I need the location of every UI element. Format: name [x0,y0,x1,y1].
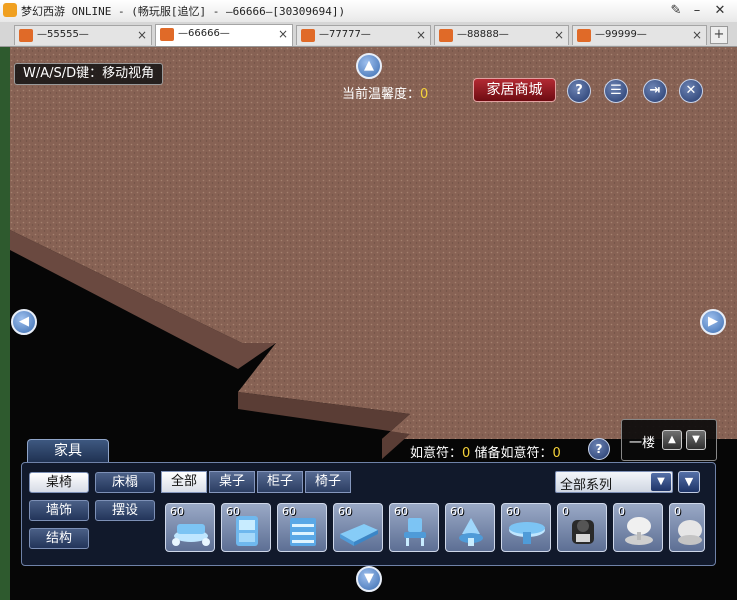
ruyi-value: 0 [462,446,471,461]
scroll-right-button[interactable]: ▶ [700,309,726,335]
notes-icon[interactable]: ☰ [604,79,628,103]
tab-close-icon[interactable]: × [137,28,147,42]
filter-tab-tables[interactable]: 桌子 [209,471,255,493]
ruyi-label: 如意符： [410,446,463,461]
category-beds[interactable]: 床榻 [95,472,155,493]
tab-label: —99999— [595,29,647,40]
scroll-left-button[interactable]: ◀ [11,309,37,335]
tab-label: —88888— [457,29,509,40]
tab-88888[interactable]: —88888— × [434,25,569,45]
add-tab-button[interactable]: + [710,26,728,44]
home-shop-button[interactable]: 家居商城 [473,78,556,102]
close-icon[interactable]: ✕ [679,79,703,103]
tab-close-icon[interactable]: × [692,28,702,42]
tab-66666[interactable]: —66666— × [155,24,293,46]
window-title: 梦幻西游 ONLINE - (畅玩服[追忆] - —66666—[3030969… [21,5,346,18]
character-avatar-icon [439,29,453,42]
tab-close-icon[interactable]: × [554,28,564,42]
furniture-item[interactable]: 60 [333,503,383,552]
category-wall-decor[interactable]: 墙饰 [29,500,89,521]
stored-ruyi-label: 储备如意符： [474,446,553,461]
app-icon [3,3,17,17]
floor-down-button[interactable]: ▼ [686,430,706,450]
item-level: 60 [450,505,464,518]
desktop-edge [0,47,10,600]
item-level: 0 [674,505,681,518]
tab-close-icon[interactable]: × [278,27,288,41]
filter-tab-row: 全部 桌子 柜子 椅子 [161,471,611,495]
filter-tab-all[interactable]: 全部 [161,471,207,493]
category-structure[interactable]: 结构 [29,528,89,549]
ruyi-display: 如意符：0 储备如意符：0 [410,442,561,461]
tab-77777[interactable]: —77777— × [296,25,431,45]
character-avatar-icon [160,28,174,41]
character-avatar-icon [19,29,33,42]
series-value: 全部系列 [560,478,613,493]
stored-ruyi-value: 0 [552,446,561,461]
furniture-item[interactable]: 60 [389,503,439,552]
tab-label: —55555— [37,29,89,40]
game-viewport[interactable]: W/A/S/D键：移动视角 ▲ ◀ ▶ ▼ 当前温馨度：0 家居商城 ? ☰ ⇥… [10,47,737,600]
chevron-down-icon[interactable]: ▼ [651,473,671,491]
item-level: 60 [394,505,408,518]
exit-icon[interactable]: ⇥ [643,79,667,103]
scroll-up-button[interactable]: ▲ [356,53,382,79]
item-level: 0 [618,505,625,518]
pin-icon[interactable]: ✎ [667,2,685,20]
filter-tab-cabinets[interactable]: 柜子 [257,471,303,493]
warmth-display: 当前温馨度：0 [342,83,428,102]
furniture-panel-tab[interactable]: 家具 [27,439,109,463]
floor-selector: 一楼 ▲ ▼ [621,419,717,461]
furniture-item[interactable]: 60 [501,503,551,552]
item-level: 60 [282,505,296,518]
tab-99999[interactable]: —99999— × [572,25,707,45]
filter-icon[interactable]: ▼ [678,471,700,493]
movement-hint: W/A/S/D键：移动视角 [14,63,164,85]
character-avatar-icon [577,29,591,42]
minimize-icon[interactable]: – [688,2,706,20]
floor-label: 一楼 [629,436,656,451]
tab-label: —77777— [319,29,371,40]
furniture-item[interactable]: 60 [221,503,271,552]
furniture-item[interactable]: 60 [165,503,215,552]
item-level: 60 [338,505,352,518]
furniture-item[interactable]: 0 [669,503,705,552]
item-level: 60 [226,505,240,518]
furniture-item[interactable]: 60 [445,503,495,552]
window-titlebar: 梦幻西游 ONLINE - (畅玩服[追忆] - —66666—[3030969… [0,0,737,23]
furniture-panel: 桌椅 床榻 墙饰 摆设 结构 全部 桌子 柜子 椅子 全部系列 ▼ ▼ 60 6… [21,462,716,566]
category-ornaments[interactable]: 摆设 [95,500,155,521]
category-tables-chairs[interactable]: 桌椅 [29,472,89,493]
item-level: 0 [562,505,569,518]
scroll-down-button[interactable]: ▼ [356,566,382,592]
furniture-item[interactable]: 0 [613,503,663,552]
close-icon[interactable]: ✕ [711,2,729,20]
tab-label: —66666— [178,28,230,39]
character-avatar-icon [301,29,315,42]
filter-tab-chairs[interactable]: 椅子 [305,471,351,493]
warmth-value: 0 [420,87,429,102]
help-icon[interactable]: ? [567,79,591,103]
tab-bar: —55555— × —66666— × —77777— × —88888— × … [0,22,737,47]
tab-55555[interactable]: —55555— × [14,25,152,45]
tab-close-icon[interactable]: × [416,28,426,42]
series-dropdown[interactable]: 全部系列 ▼ [555,471,673,493]
furniture-item[interactable]: 0 [557,503,607,552]
furniture-item[interactable]: 60 [277,503,327,552]
ruyi-help-icon[interactable]: ? [588,438,610,460]
warmth-label: 当前温馨度： [342,87,421,102]
item-level: 60 [170,505,184,518]
item-level: 60 [506,505,520,518]
floor-up-button[interactable]: ▲ [662,430,682,450]
